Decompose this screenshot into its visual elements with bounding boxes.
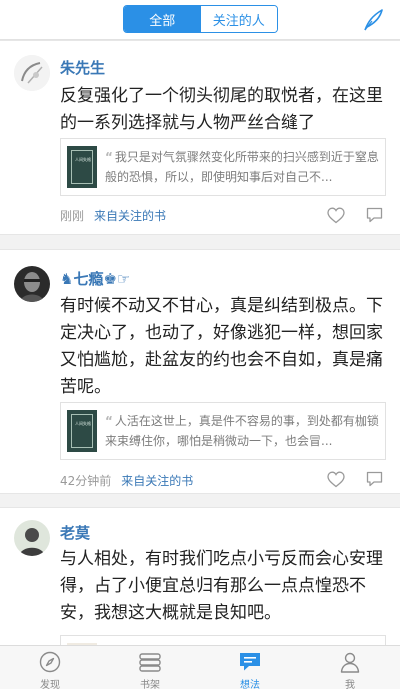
comment-icon[interactable] <box>366 471 383 487</box>
post-text[interactable]: 反复强化了一个彻头彻尾的取悦者，在这里的一系列选择就与人物严丝合缝了 <box>60 83 388 137</box>
bookshelf-icon <box>139 653 161 672</box>
compass-icon <box>39 651 61 673</box>
username[interactable]: 朱先生 <box>60 57 105 78</box>
person-icon <box>340 652 360 673</box>
post-source[interactable]: 来自关注的书 <box>121 474 193 488</box>
tab-bookshelf[interactable]: 书架 <box>100 646 200 689</box>
post-source[interactable]: 来自关注的书 <box>94 209 166 223</box>
speech-bubble-icon <box>240 653 260 671</box>
quoted-book-excerpt[interactable]: “ <box>60 635 386 645</box>
quote-mark-icon: “ <box>105 150 113 164</box>
feed-filter-segmented-control: 全部 关注的人 <box>123 5 278 33</box>
quote-mark-icon: “ <box>105 414 113 428</box>
tab-following[interactable]: 关注的人 <box>200 6 277 32</box>
tab-all[interactable]: 全部 <box>124 6 201 32</box>
quill-compose-icon[interactable] <box>362 8 384 32</box>
quote-text: “我只是对气氛骤然变化所带来的扫兴感到近于窒息般的恐惧，所以，即使明知事后对自己… <box>105 150 379 184</box>
tab-label: 想法 <box>240 680 260 689</box>
heart-icon[interactable] <box>327 207 345 224</box>
post-text[interactable]: 有时候不动又不甘心，真是纠结到极点。下定决心了，也动了，好像逃犯一样，想回家又怕… <box>60 293 388 401</box>
quoted-book-excerpt[interactable]: 人间失格 “人活在这世上，真是件不容易的事，到处都有枷锁来束缚住你，哪怕是稍微动… <box>60 402 386 460</box>
comment-icon[interactable] <box>366 207 383 223</box>
post-time: 42分钟前 <box>60 474 112 488</box>
thoughts-feed[interactable]: 朱先生 反复强化了一个彻头彻尾的取悦者，在这里的一系列选择就与人物严丝合缝了 人… <box>0 40 400 645</box>
tab-thoughts[interactable]: 想法 <box>200 646 300 689</box>
tab-label: 发现 <box>40 680 60 689</box>
post-time: 刚刚 <box>60 209 85 223</box>
post-card: 老莫 与人相处，有时我们吃点小亏反而会心安理得，占了小便宜总归有那么一点点惶恐不… <box>0 507 400 645</box>
avatar[interactable] <box>14 520 50 556</box>
book-cover: 人间失格 <box>67 410 97 452</box>
top-bar: 全部 关注的人 <box>0 0 400 40</box>
heart-icon[interactable] <box>327 471 345 488</box>
tab-label: 书架 <box>140 680 160 689</box>
avatar[interactable] <box>14 55 50 91</box>
quoted-book-excerpt[interactable]: 人间失格 “我只是对气氛骤然变化所带来的扫兴感到近于窒息般的恐惧，所以，即使明知… <box>60 138 386 196</box>
book-cover: 人间失格 <box>67 146 97 188</box>
post-meta: 刚刚 来自关注的书 <box>60 207 166 224</box>
tab-discover[interactable]: 发现 <box>0 646 100 689</box>
quote-text: “人活在这世上，真是件不容易的事，到处都有枷锁来束缚住你，哪怕是稍微动一下，也会… <box>105 414 379 448</box>
username[interactable]: 老莫 <box>60 522 90 543</box>
tab-me[interactable]: 我 <box>300 646 400 689</box>
post-card: ♞七瘾♚☞ 有时候不动又不甘心，真是纠结到极点。下定决心了，也动了，好像逃犯一样… <box>0 249 400 494</box>
post-meta: 42分钟前 来自关注的书 <box>60 472 193 489</box>
post-card: 朱先生 反复强化了一个彻头彻尾的取悦者，在这里的一系列选择就与人物严丝合缝了 人… <box>0 40 400 235</box>
bottom-tab-bar: 发现 书架 想法 我 <box>0 645 400 689</box>
username[interactable]: ♞七瘾♚☞ <box>60 268 130 289</box>
avatar[interactable] <box>14 266 50 302</box>
tab-label: 我 <box>345 680 355 689</box>
post-text[interactable]: 与人相处，有时我们吃点小亏反而会心安理得，占了小便宜总归有那么一点点惶恐不安，我… <box>60 546 388 627</box>
